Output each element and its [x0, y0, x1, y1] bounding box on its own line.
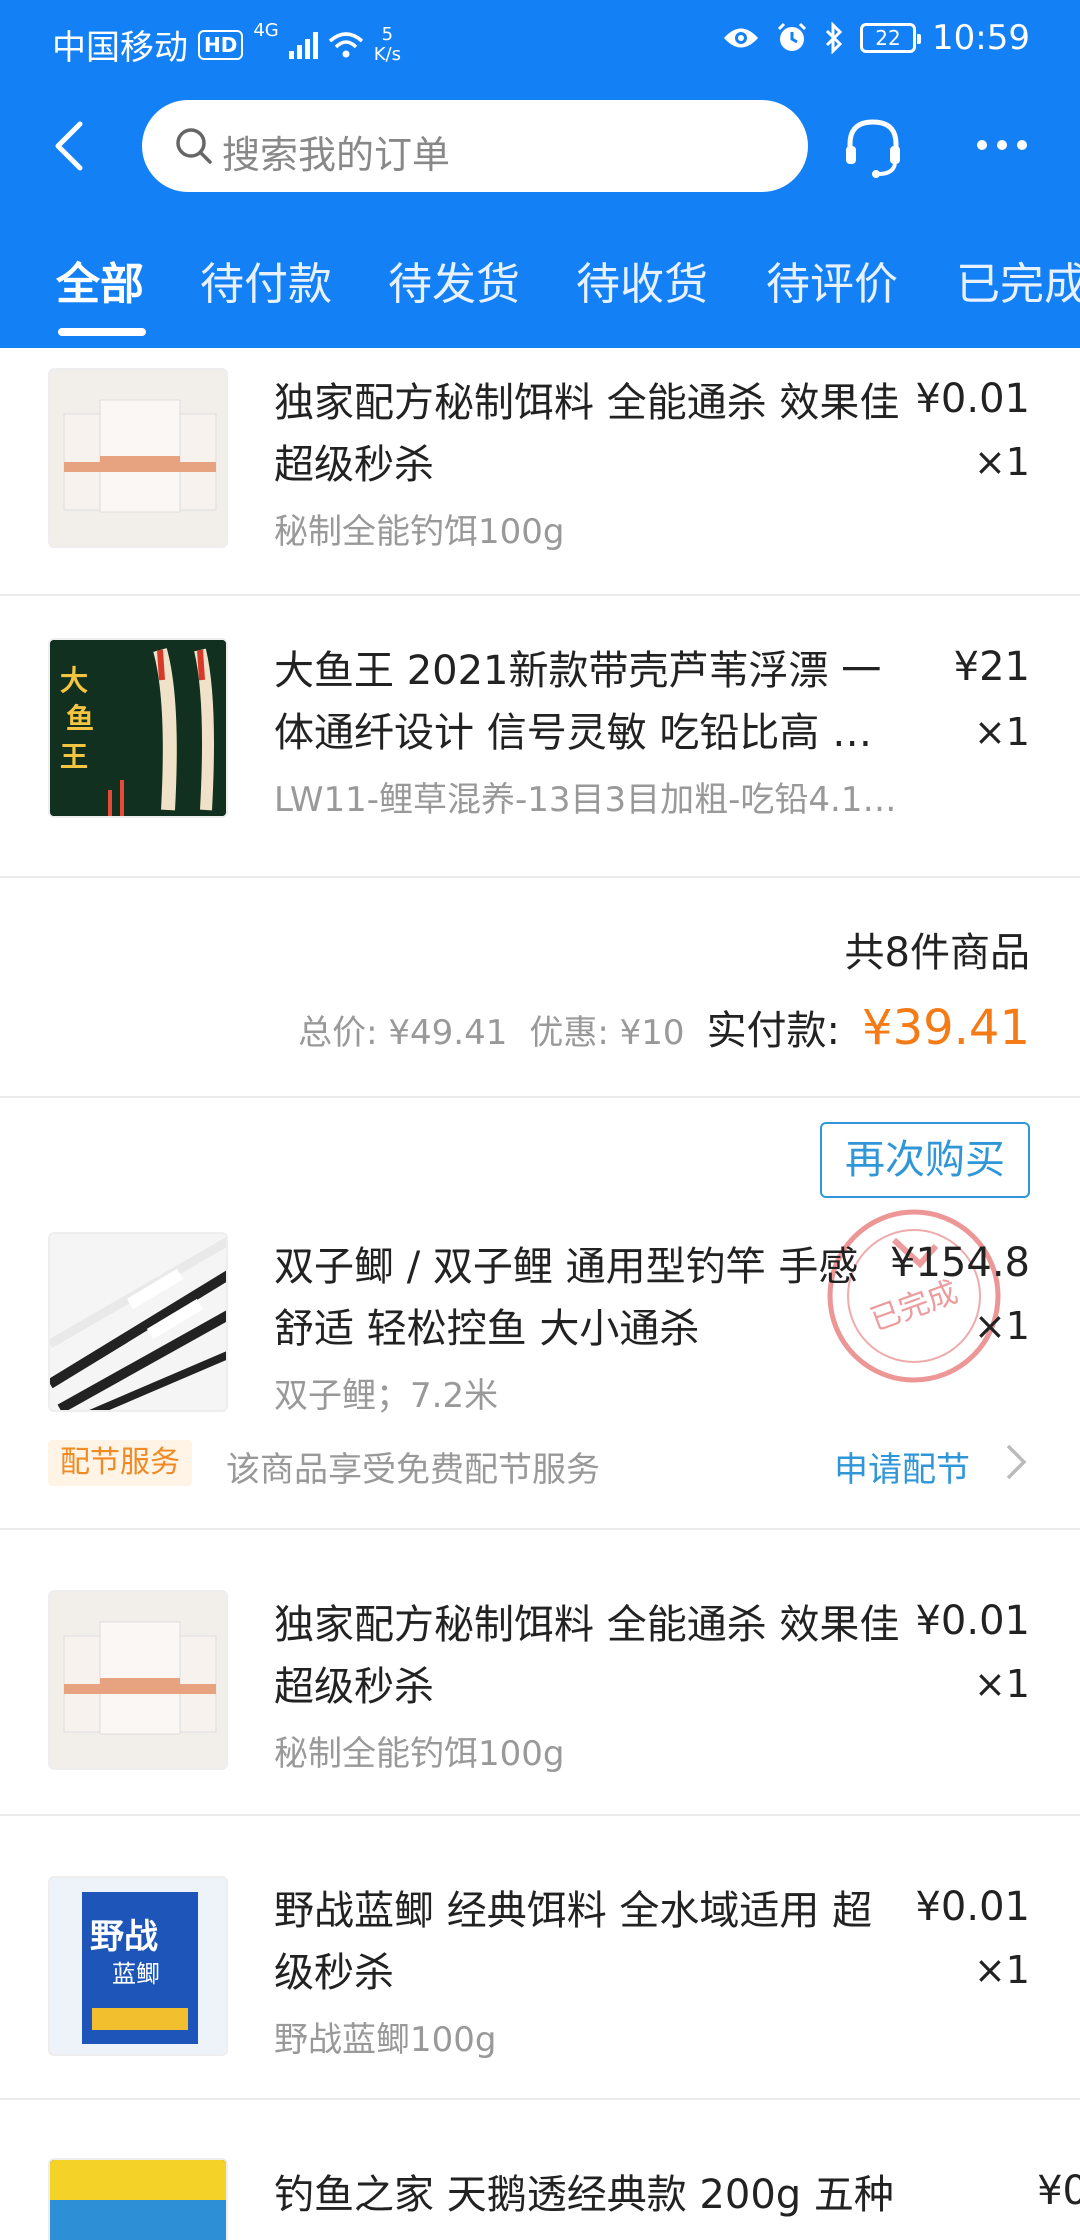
svg-text:王: 王: [60, 740, 88, 773]
product-qty: ×1: [973, 1948, 1030, 1992]
bait-box-image: [50, 2160, 226, 2240]
order-item[interactable]: 大 鱼 王 大鱼王 2021新款带壳芦苇浮漂 一体通纤设计 信号灵敏 吃铅比高 …: [0, 596, 1080, 876]
net-speed-value: 5: [381, 23, 394, 45]
product-title: 独家配方秘制饵料 全能通杀 效果佳 超级秒杀: [274, 380, 900, 488]
status-right: 22 10:59: [722, 18, 1030, 58]
paid-amount: ¥39.41: [862, 1000, 1030, 1056]
product-title: 双子鲫 / 双子鲤 通用型钓竿 手感舒适 轻松控鱼 大小通杀: [274, 1244, 859, 1352]
app-header: 中国移动 HD 4G 5 K/s 22 10:59 搜索我的订单 全部 待付款 …: [0, 0, 1080, 348]
net-speed-unit: K/s: [373, 43, 401, 65]
product-thumbnail: [48, 2158, 228, 2240]
search-placeholder: 搜索我的订单: [222, 133, 451, 177]
status-left: 中国移动 HD 4G 5 K/s: [52, 20, 401, 69]
product-title: 大鱼王 2021新款带壳芦苇浮漂 一体通纤设计 信号灵敏 吃铅比高 …: [274, 648, 882, 756]
discount-label: 优惠:: [529, 1013, 609, 1053]
status-bar: 中国移动 HD 4G 5 K/s 22 10:59: [0, 0, 1080, 80]
product-thumbnail: [48, 1232, 228, 1412]
product-qty: ×1: [973, 710, 1030, 754]
blue-bait-pack-image: 野战 蓝鲫: [82, 1892, 198, 2044]
order-tabs: 全部 待付款 待发货 待收货 待评价 已完成: [0, 248, 1080, 338]
order-card: 再次购买 已完成 双子鲫 / 双子鲤 通用型钓竿 手感舒适 轻松控鱼 大小通杀 …: [0, 1098, 1080, 1930]
divider: [0, 1528, 1080, 1530]
tab-to-review[interactable]: 待评价: [766, 248, 898, 312]
svg-text:鱼: 鱼: [66, 702, 94, 735]
net-speed: 5 K/s: [373, 23, 401, 65]
product-thumbnail: [48, 1590, 228, 1770]
bait-pack-image: [63, 399, 217, 513]
product-qty: ×1: [973, 440, 1030, 484]
signal-icon: [288, 31, 318, 59]
svg-text:大: 大: [60, 664, 88, 697]
product-price: ¥0.01: [915, 1598, 1030, 1644]
search-icon: [176, 128, 212, 164]
product-price: ¥0.01: [915, 376, 1030, 422]
product-thumbnail: 大 鱼 王: [48, 638, 228, 818]
product-price: ¥21: [953, 644, 1030, 690]
hd-icon: HD: [198, 29, 244, 60]
order-item[interactable]: 钓鱼之家 天鹅透经典款 200g 五种味 ¥0: [0, 2100, 1080, 2240]
product-qty: ×1: [973, 1662, 1030, 1706]
product-spec: 秘制全能钓饵100g: [274, 512, 565, 552]
svg-text:蓝鲫: 蓝鲫: [112, 1960, 160, 1988]
bluetooth-icon: [825, 22, 843, 54]
total-price: 总价: ¥49.41: [298, 1005, 507, 1054]
product-spec: 双子鲤；7.2米: [274, 1376, 499, 1416]
more-icon[interactable]: [972, 120, 1032, 170]
search-box[interactable]: 搜索我的订单: [142, 100, 808, 192]
bait-pack-image: [63, 1621, 217, 1735]
product-price: ¥154.8: [890, 1240, 1030, 1286]
rebuy-button[interactable]: 再次购买: [820, 1122, 1030, 1198]
network-type: 4G: [253, 20, 279, 41]
order-item[interactable]: 野战 蓝鲫 野战蓝鲫 经典饵料 全水域适用 超级秒杀 野战蓝鲫100g ¥0.0…: [0, 1816, 1080, 2100]
product-spec: LW11-鲤草混养-13目3目加粗-吃铅4.1…: [274, 780, 897, 820]
carrier-label: 中国移动: [52, 28, 188, 68]
order-item[interactable]: 独家配方秘制饵料 全能通杀 效果佳 超级秒杀 秘制全能钓饵100g ¥0.01 …: [0, 348, 1080, 594]
eye-icon: [724, 28, 759, 48]
product-price: ¥0: [1037, 2168, 1080, 2214]
alarm-icon: [777, 22, 807, 51]
tab-to-receive[interactable]: 待收货: [576, 248, 708, 312]
total-label: 总价:: [298, 1013, 378, 1053]
apply-service-link[interactable]: 申请配节: [834, 1442, 970, 1491]
product-qty: ×1: [973, 1304, 1030, 1348]
order-list: 独家配方秘制饵料 全能通杀 效果佳 超级秒杀 秘制全能钓饵100g ¥0.01 …: [0, 348, 1080, 2240]
product-thumbnail: 野战 蓝鲫: [48, 1876, 228, 2056]
tab-to-ship[interactable]: 待发货: [388, 248, 520, 312]
clock-time: 10:59: [932, 18, 1030, 58]
product-price: ¥0.01: [915, 1884, 1030, 1930]
product-spec: 秘制全能钓饵100g: [274, 1734, 565, 1774]
product-title: 野战蓝鲫 经典饵料 全水域适用 超级秒杀: [274, 1888, 873, 1996]
nav-row: 搜索我的订单: [0, 100, 1080, 192]
total-value: ¥49.41: [388, 1013, 508, 1053]
chevron-right-icon[interactable]: [1000, 1442, 1030, 1482]
tab-completed[interactable]: 已完成: [956, 248, 1080, 312]
service-badge: 配节服务: [48, 1440, 192, 1486]
price-summary: 总价: ¥49.41 优惠: ¥10 实付款: ¥39.41: [298, 998, 1030, 1056]
back-arrow-icon[interactable]: [44, 118, 100, 174]
discount: 优惠: ¥10: [529, 1005, 684, 1054]
service-text: 该商品享受免费配节服务: [226, 1450, 600, 1490]
product-thumbnail: [48, 368, 228, 548]
tab-all[interactable]: 全部: [56, 248, 144, 312]
product-title: 钓鱼之家 天鹅透经典款 200g 五种味: [274, 2172, 894, 2218]
product-spec: 野战蓝鲫100g: [274, 2020, 497, 2060]
product-title: 独家配方秘制饵料 全能通杀 效果佳 超级秒杀: [274, 1602, 900, 1710]
item-count: 共8件商品: [844, 930, 1030, 976]
discount-value: ¥10: [619, 1013, 685, 1053]
battery-icon: 22: [860, 23, 922, 53]
active-tab-indicator: [58, 328, 146, 336]
float-product-image: 大 鱼 王: [50, 640, 226, 816]
tab-to-pay[interactable]: 待付款: [200, 248, 332, 312]
order-summary: 共8件商品 总价: ¥49.41 优惠: ¥10 实付款: ¥39.41: [0, 878, 1080, 1096]
paid-label: 实付款:: [706, 1008, 841, 1054]
customer-service-icon[interactable]: [838, 110, 908, 180]
rod-product-image: [50, 1237, 226, 1410]
wifi-icon: [328, 31, 363, 57]
svg-text:野战: 野战: [90, 1917, 158, 1957]
